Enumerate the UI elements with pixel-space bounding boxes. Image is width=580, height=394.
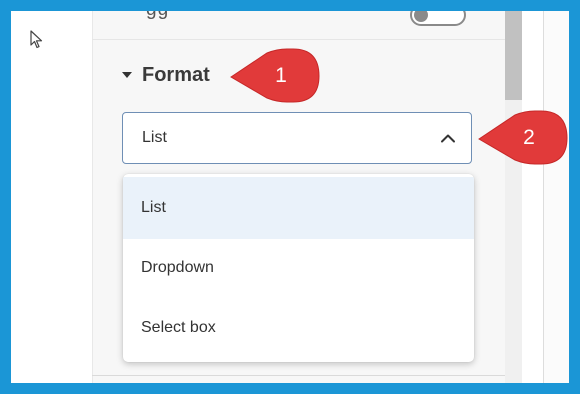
- panel-viewport: gg Format List List Dropdown Select box: [11, 11, 569, 383]
- caret-down-icon: [122, 72, 132, 78]
- format-select[interactable]: List: [122, 112, 472, 164]
- divider: [92, 39, 505, 40]
- section-title: Format: [142, 63, 210, 86]
- option-dropdown[interactable]: Dropdown: [123, 237, 474, 299]
- scrollbar-thumb[interactable]: [505, 11, 522, 100]
- option-label: Select box: [141, 319, 216, 336]
- right-rail: [543, 11, 569, 383]
- divider: [92, 375, 505, 376]
- format-dropdown-menu: List Dropdown Select box: [123, 174, 474, 362]
- option-label: Dropdown: [141, 259, 214, 276]
- chevron-up-icon: [441, 134, 455, 143]
- callout-badge-1: 1: [229, 48, 321, 103]
- callout-number: 2: [523, 125, 535, 149]
- option-list[interactable]: List: [123, 177, 474, 239]
- callout-badge-2: 2: [477, 110, 569, 165]
- arrow-pointer-icon: [30, 30, 43, 49]
- toggle-switch[interactable]: [410, 11, 466, 26]
- format-section-header[interactable]: Format: [122, 63, 210, 87]
- option-label: List: [141, 199, 166, 216]
- toggle-label-partial: gg: [146, 11, 169, 21]
- callout-number: 1: [275, 63, 287, 87]
- option-select-box[interactable]: Select box: [123, 297, 474, 359]
- format-select-value: List: [142, 129, 167, 146]
- screenshot-frame: gg Format List List Dropdown Select box: [0, 0, 580, 394]
